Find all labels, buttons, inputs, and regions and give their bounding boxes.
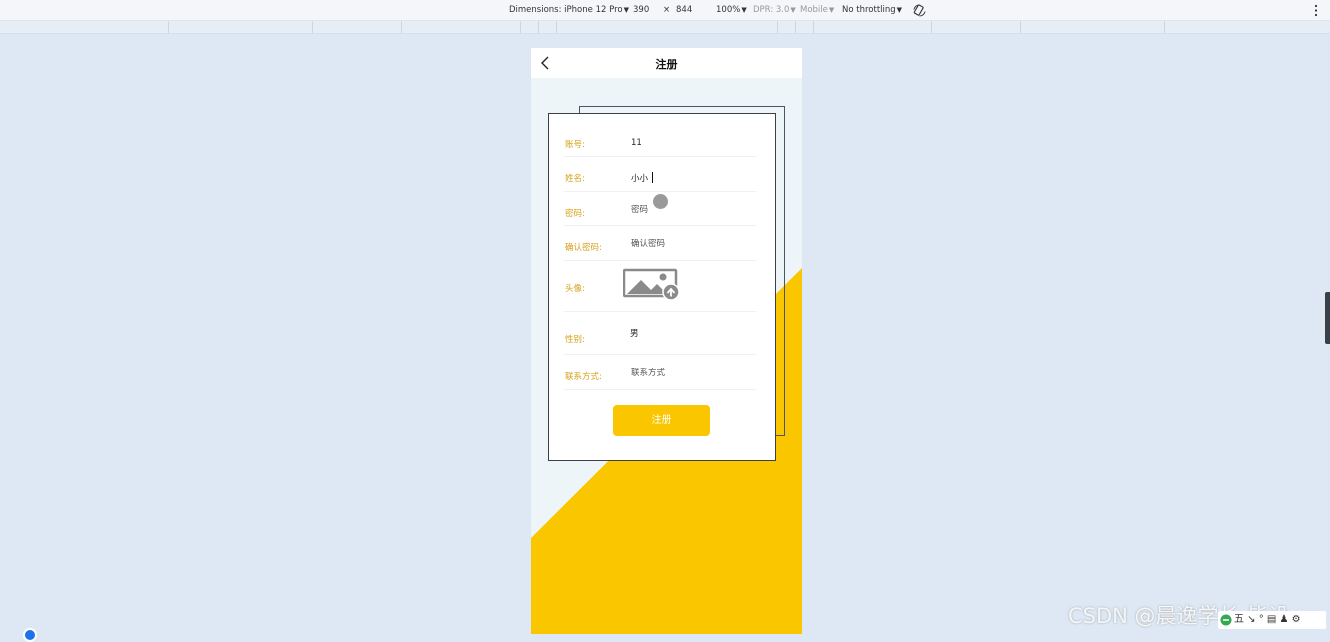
device-dimensions-dropdown[interactable]: Dimensions: iPhone 12 Pro▼ — [509, 5, 629, 15]
caret-down-icon: ▼ — [790, 6, 796, 14]
navigation-bar: 注册 — [531, 48, 802, 78]
status-indicator — [23, 628, 37, 642]
device-width-input[interactable]: 390 — [633, 5, 649, 15]
name-label: 姓名: — [565, 174, 585, 184]
gender-label: 性别: — [565, 335, 585, 345]
name-input[interactable]: 小小 — [631, 172, 648, 184]
ruler-tick — [520, 21, 521, 34]
text-cursor — [652, 172, 653, 183]
page-title: 注册 — [655, 58, 678, 71]
ruler-tick — [556, 21, 557, 34]
ruler-tick — [401, 21, 402, 34]
confirm-password-label: 确认密码: — [565, 243, 602, 253]
register-form-card: 账号: 11 姓名: 小小 密码: 确认密码: 头像: 性别: 男 联系方式: … — [548, 113, 776, 461]
confirm-password-row: 确认密码: — [564, 226, 756, 261]
caret-down-icon: ▼ — [896, 6, 903, 14]
resize-handle[interactable] — [1325, 292, 1330, 344]
devtools-device-toolbar: Dimensions: iPhone 12 Pro▼ 390 × 844 100… — [0, 0, 1330, 21]
more-options-icon[interactable] — [1314, 4, 1318, 17]
ime-logo-icon — [1220, 614, 1232, 626]
ruler-tick — [1164, 21, 1165, 34]
contact-row: 联系方式: — [564, 355, 756, 390]
account-label: 账号: — [565, 140, 585, 150]
caret-down-icon: ▼ — [741, 6, 747, 14]
register-button[interactable]: 注册 — [613, 405, 710, 436]
image-upload-icon[interactable] — [623, 268, 681, 300]
confirm-password-input[interactable] — [631, 239, 751, 249]
account-input[interactable]: 11 — [631, 138, 751, 148]
ruler-tick — [312, 21, 313, 34]
account-row: 账号: 11 — [564, 129, 756, 157]
ime-toolbar-text: 五 ↘ ° ▤ ♟ ⚙ — [1234, 614, 1301, 625]
throttling-dropdown[interactable]: No throttling▼ — [842, 5, 902, 15]
gender-selector[interactable]: 男 — [630, 327, 750, 339]
ruler-tick — [777, 21, 778, 34]
dimension-separator: × — [663, 5, 671, 15]
ruler-tick — [1020, 21, 1021, 34]
contact-input[interactable] — [631, 368, 751, 378]
dpr-dropdown[interactable]: DPR: 3.0▼ — [753, 5, 796, 15]
avatar-label: 头像: — [565, 284, 585, 294]
name-row: 姓名: 小小 — [564, 157, 756, 192]
device-type-dropdown[interactable]: Mobile▼ — [800, 5, 834, 15]
device-height-input[interactable]: 844 — [676, 5, 692, 15]
contact-label: 联系方式: — [565, 372, 602, 382]
password-input[interactable] — [631, 205, 751, 215]
caret-down-icon: ▼ — [828, 6, 835, 14]
zoom-dropdown[interactable]: 100%▼ — [716, 5, 747, 15]
caret-down-icon: ▼ — [623, 6, 629, 14]
media-query-ruler[interactable] — [0, 21, 1330, 34]
ruler-tick — [795, 21, 796, 34]
rotate-icon[interactable] — [913, 4, 926, 17]
ruler-tick — [931, 21, 932, 34]
mobile-viewport: 注册 账号: 11 姓名: 小小 密码: 确认密码: 头像: 性别: 男 联系方… — [531, 48, 802, 634]
avatar-row: 头像: — [564, 261, 756, 312]
ime-toolbar[interactable]: 五 ↘ ° ▤ ♟ ⚙ — [1218, 611, 1326, 629]
gender-row: 性别: 男 — [564, 312, 756, 355]
touch-pointer — [653, 194, 668, 209]
ruler-tick — [538, 21, 539, 34]
password-label: 密码: — [565, 209, 585, 219]
ruler-tick — [813, 21, 814, 34]
ruler-tick — [168, 21, 169, 34]
